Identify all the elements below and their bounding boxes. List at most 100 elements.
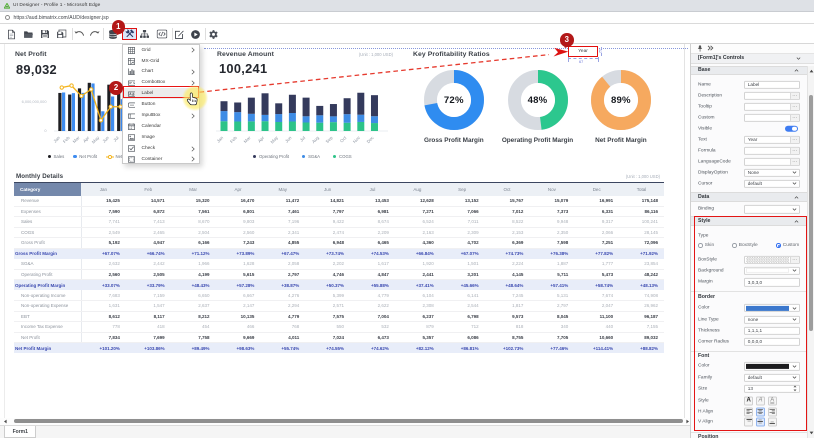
menu-item-container[interactable]: Container [123,154,199,165]
table-cell: 4,779 [350,290,395,301]
ellipsis-button[interactable]: ... [790,103,799,109]
undo-icon[interactable] [73,28,86,40]
column-header: Aug [395,182,440,196]
annotation-step-3: 3 [560,33,574,47]
binding-select[interactable] [744,205,800,213]
dropdown-arrow-icon[interactable] [790,206,799,212]
pin-icon[interactable] [697,45,703,52]
sitemap-icon[interactable] [138,28,151,40]
collapse-right-icon[interactable] [707,45,714,51]
table-cell: 3,201 [440,269,485,280]
chevron-up-icon[interactable] [794,68,799,73]
table-cell: 2,544 [440,301,485,312]
table-cell: +77.46% [529,343,574,354]
mx-grid-icon [128,58,135,65]
table-cell: 818 [485,322,530,333]
ellipsis-button[interactable]: ... [790,159,799,165]
horizontal-scrollbar[interactable] [0,418,690,426]
inputbox-icon [128,112,135,119]
table-cell: 8,674 [350,217,395,228]
name-input[interactable]: Label [744,80,800,88]
menu-item-inputbox[interactable]: InputBox [123,110,199,121]
panel-scrollbar[interactable] [807,66,814,438]
table-cell: +50.37% [305,280,350,291]
ellipsis-button[interactable]: ... [790,115,799,121]
table-cell: 6,104 [395,290,440,301]
table-cell: 2,560 [81,269,126,280]
table-cell: 23,854 [619,259,664,270]
controls-header[interactable]: [Form1]'s Controls [691,54,814,65]
scroll-left-arrow[interactable] [3,419,8,424]
script-icon[interactable] [155,28,168,40]
languagecode-input[interactable]: ... [744,158,800,166]
visible-toggle[interactable] [785,125,798,131]
save-icon[interactable] [39,28,52,40]
menu-item-mx-grid[interactable]: MX-Grid [123,56,199,67]
svg-text:May: May [91,135,101,145]
legend-item: Sales [48,154,65,159]
tooltip-input[interactable]: ... [744,102,800,110]
property-label: Tooltip [698,104,712,109]
panel-scroll-down-arrow[interactable] [808,429,814,437]
open-folder-icon[interactable] [22,28,35,40]
menu-item-image[interactable]: Image [123,132,199,143]
designer-canvas[interactable]: Net Profit 89,032 6,000,000,000 0 JanFeb… [0,44,690,438]
url-text[interactable]: https://aud.bimatrix.com/AUD/designer.js… [14,15,109,21]
chevron-up-icon[interactable] [794,195,799,200]
menu-item-grid[interactable]: Grid [123,45,199,56]
table-cell: 5,615 [216,269,261,280]
section-title: Base [698,67,710,73]
table-cell: 768 [260,322,305,333]
new-file-icon[interactable] [5,28,18,40]
displayoption-select[interactable]: None [744,169,800,177]
table-cell: 9,669 [216,332,261,343]
form-tab[interactable]: Form1 [4,426,36,438]
chevron-down-icon[interactable] [796,56,801,61]
redo-icon[interactable] [88,28,101,40]
description-input[interactable]: ... [744,91,800,99]
svg-text:Nov: Nov [352,135,362,145]
table-cell: +66.74% [126,248,171,259]
property-label: Name [698,82,711,87]
horizontal-scrollbar-thumb[interactable] [14,419,683,423]
menu-item-chart[interactable]: Chart [123,66,199,77]
hand-cursor-icon [186,92,199,107]
formula-input[interactable]: ... [744,147,800,155]
table-cell: 2,632 [81,259,126,270]
ellipsis-button[interactable]: ... [790,137,799,143]
table-cell: 6,086 [440,332,485,343]
svg-text:Jun: Jun [284,135,293,144]
settings-icon[interactable] [207,28,220,40]
table-cell: +98.63% [216,343,261,354]
save-all-icon[interactable] [55,28,68,40]
compose-icon[interactable] [173,28,186,40]
panel-scroll-up-arrow[interactable] [808,67,814,75]
dropdown-arrow-icon[interactable] [790,170,799,176]
menu-item-label: MX-Grid [142,59,160,64]
menu-item-label: Chart [142,69,154,74]
panel-section-base[interactable]: Base [691,66,807,76]
table-cell: 2,047 [574,301,619,312]
table-cell: 7,705 [529,332,574,343]
run-icon[interactable] [189,28,202,40]
svg-text:Feb: Feb [229,135,238,144]
row-label: Non-operating Expense [14,301,81,312]
scroll-right-arrow[interactable] [685,419,690,424]
text-input[interactable]: Year... [744,136,800,144]
table-row: Operating Profit Margin+33.07%+33.79%+48… [14,280,664,291]
menu-item-check[interactable]: Check [123,143,199,154]
dropdown-arrow-icon[interactable] [790,181,799,187]
panel-top-strip [691,44,814,54]
panel-scrollbar-thumb[interactable] [809,95,814,331]
ellipsis-button[interactable]: ... [790,92,799,98]
table-cell: +45.66% [440,280,485,291]
table-cell: +55.88% [350,280,395,291]
panel-section-data[interactable]: Data [691,192,807,202]
ellipsis-button[interactable]: ... [790,148,799,154]
property-row-languagecode: LanguageCode... [691,156,807,167]
row-label: Income Tax Expense [14,322,81,333]
cursor-select[interactable]: default [744,180,800,188]
menu-item-calendar[interactable]: Calendar [123,121,199,132]
custom-input[interactable]: ... [744,114,800,122]
table-cell: 6,798 [440,311,485,322]
